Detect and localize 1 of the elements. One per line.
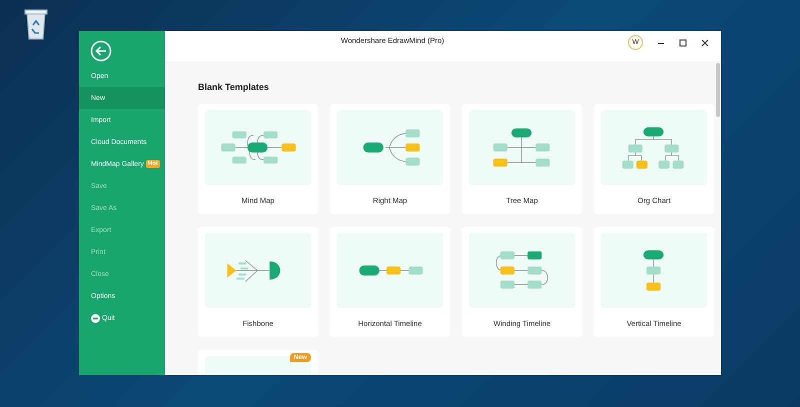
section-heading: Blank Templates bbox=[198, 82, 270, 92]
